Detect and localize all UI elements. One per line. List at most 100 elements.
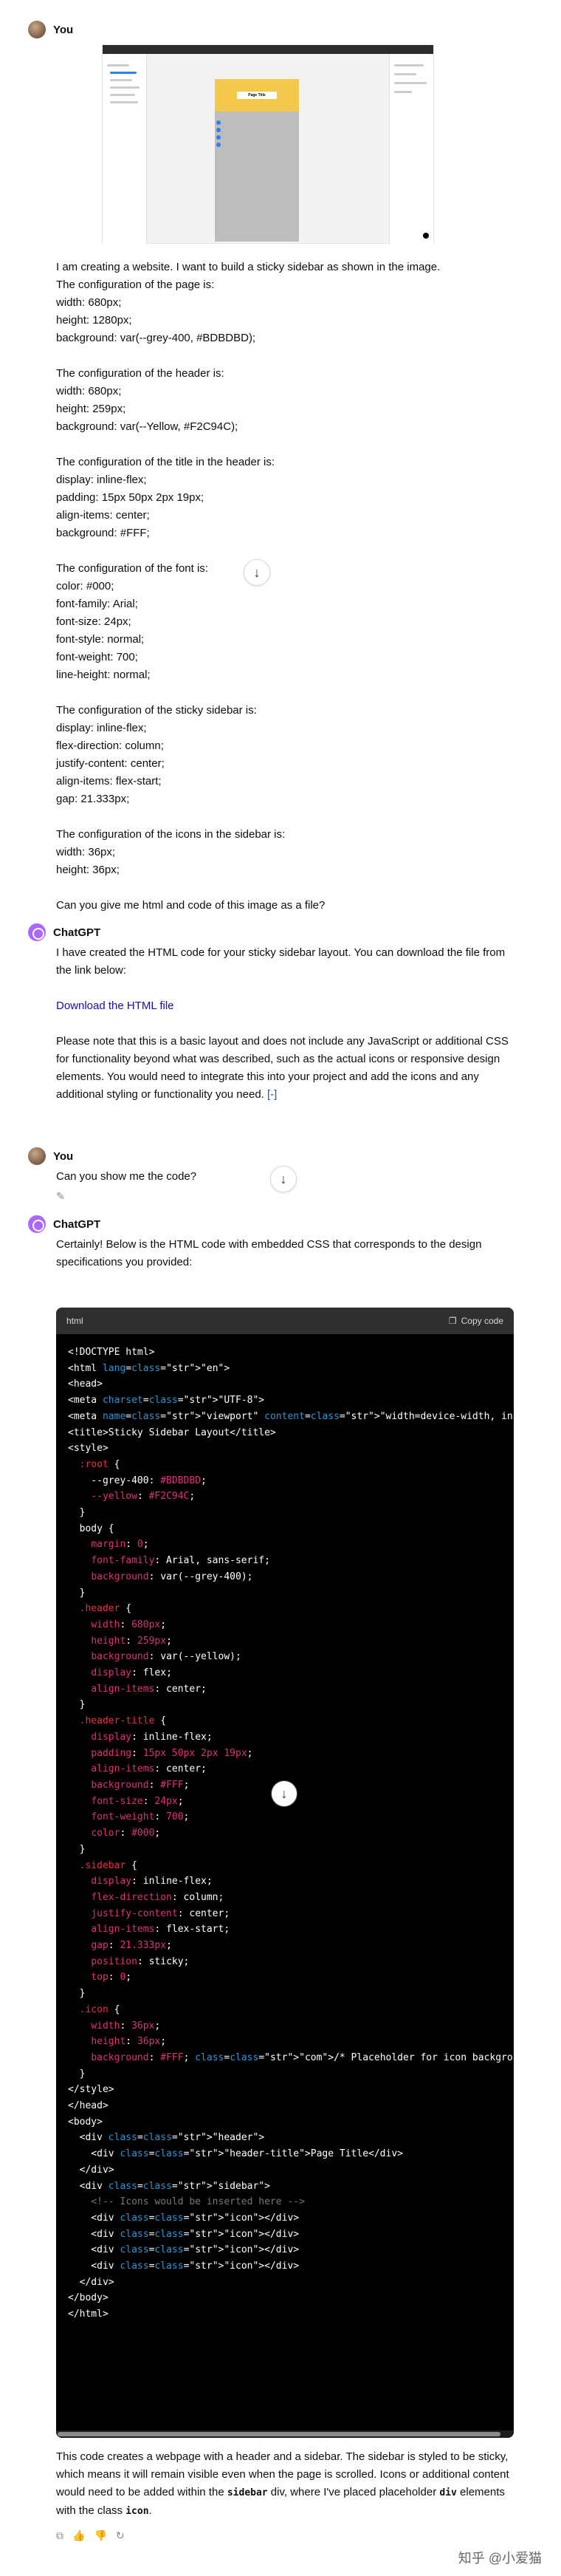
code-line: <!DOCTYPE html> <box>68 1347 155 1358</box>
message-line: The configuration of the icons in the si… <box>56 828 286 841</box>
code-line: height: 36px; <box>91 2036 167 2048</box>
message-line: height: 259px; <box>56 403 126 415</box>
code-line: flex-direction: column; <box>91 1891 224 1903</box>
code-line: </style> <box>68 2084 114 2096</box>
code-line: <title>Sticky Sidebar Layout</title> <box>68 1427 276 1438</box>
user-message-1: You <box>28 21 515 38</box>
message-line: align-items: center; <box>56 509 150 522</box>
code-line: :root { <box>79 1458 120 1470</box>
code-line: margin: 0; <box>91 1539 149 1551</box>
message-line: The configuration of the title in the he… <box>56 456 275 468</box>
message-line: font-weight: 700; <box>56 651 138 663</box>
code-line: </div> <box>68 2276 114 2288</box>
scrollbar-thumb[interactable] <box>58 2432 500 2436</box>
user-avatar <box>28 1147 46 1165</box>
arrow-down-icon: ↓ <box>280 1171 287 1186</box>
horizontal-scrollbar[interactable] <box>56 2430 514 2438</box>
message-line: width: 680px; <box>56 296 122 309</box>
screenshot-layers-panel <box>103 54 147 245</box>
message-paragraph: Please note that this is a basic layout … <box>56 1035 509 1101</box>
code-line: width: 36px; <box>91 2020 161 2032</box>
code-line: padding: 15px 50px 2px 19px; <box>91 1747 253 1759</box>
code-line: <meta charset=class="str">"UTF-8"> <box>68 1395 265 1407</box>
code-line: } <box>68 1843 86 1855</box>
code-line: </html> <box>68 2309 109 2320</box>
message-line: display: inline-flex; <box>56 474 147 486</box>
code-line: <html lang=class="str">"en"> <box>68 1362 230 1374</box>
attached-design-screenshot[interactable]: Page Title <box>102 44 434 245</box>
sidebar-icon <box>216 120 221 125</box>
code-line: .sidebar { <box>79 1859 137 1871</box>
code-line: align-items: center; <box>91 1683 207 1695</box>
sidebar-icon <box>216 135 221 140</box>
code-line: --grey-400: #BDBDBD; <box>68 1475 207 1486</box>
code-line: </div> <box>68 2164 114 2176</box>
code-line: <div class=class="str">"header-title">Pa… <box>68 2148 403 2160</box>
code-line: </body> <box>68 2292 109 2304</box>
arrow-down-icon: ↓ <box>253 564 261 580</box>
message-line: I am creating a website. I want to build… <box>56 261 441 273</box>
code-line: } <box>68 1587 86 1599</box>
scroll-down-button[interactable]: ↓ <box>270 1166 297 1192</box>
code-line: } <box>68 1507 86 1519</box>
copy-code-button[interactable]: ❐ Copy code <box>449 1316 503 1326</box>
copy-message-icon[interactable]: ⧉ <box>56 2529 63 2542</box>
code-line: <!-- Icons would be inserted here --> <box>68 2196 305 2208</box>
code-line: <div class=class="str">"icon"></div> <box>68 2228 300 2240</box>
code-line: top: 0; <box>91 1972 132 1984</box>
code-language-label: html <box>66 1316 83 1326</box>
sidebar-icon <box>216 143 221 147</box>
arrow-down-icon: ↓ <box>280 1786 288 1801</box>
code-line: } <box>68 2068 86 2080</box>
code-line: display: inline-flex; <box>91 1731 213 1743</box>
edit-icon[interactable]: ✎ <box>56 1190 68 1202</box>
code-line: <div class=class="str">"icon"></div> <box>68 2244 300 2256</box>
chatgpt-avatar <box>28 1215 46 1233</box>
code-line: <div class=class="str">"header"> <box>68 2132 265 2144</box>
message-author: You <box>28 1147 515 1165</box>
message-line: width: 680px; <box>56 385 122 397</box>
assistant-message-2-outro: This code creates a webpage with a heade… <box>28 2448 515 2542</box>
code-line: font-weight: 700; <box>91 1811 190 1823</box>
code-line: <meta name=class="str">"viewport" conten… <box>68 1410 514 1422</box>
message-line: The configuration of the header is: <box>56 367 224 380</box>
code-line: gap: 21.333px; <box>91 1940 172 1952</box>
message-author: ChatGPT <box>28 923 515 941</box>
thumbs-up-icon[interactable]: 👍 <box>72 2529 85 2542</box>
code-line: display: inline-flex; <box>91 1876 213 1887</box>
code-line: height: 259px; <box>91 1635 172 1647</box>
message-line: background: var(--grey-400, #BDBDBD); <box>56 332 256 344</box>
code-block-header: html ❐ Copy code <box>56 1308 514 1334</box>
sidebar-icon <box>216 128 221 132</box>
code-line: justify-content: center; <box>91 1907 230 1919</box>
message-line: The configuration of the font is: <box>56 562 208 575</box>
message-paragraph: I have created the HTML code for your st… <box>56 946 506 977</box>
assistant-message-1: ChatGPT I have created the HTML code for… <box>28 923 515 1104</box>
code-line: </head> <box>68 2100 109 2112</box>
thumbs-down-icon[interactable]: 👎 <box>94 2529 106 2542</box>
download-html-link[interactable]: Download the HTML file <box>56 1000 174 1012</box>
regenerate-icon[interactable]: ↻ <box>116 2529 125 2542</box>
message-line: height: 1280px; <box>56 314 132 327</box>
code-line: background: #FFF; class=class="str">"com… <box>91 2051 514 2063</box>
user-message-1-text: I am creating a website. I want to build… <box>28 259 515 915</box>
message-paragraph: Certainly! Below is the HTML code with e… <box>56 1238 482 1268</box>
message-body: I am creating a website. I want to build… <box>56 259 515 915</box>
code-line: background: var(--grey-400); <box>91 1571 253 1582</box>
code-line: } <box>68 1988 86 2000</box>
code-line: .icon { <box>79 2003 120 2015</box>
message-line <box>56 684 515 702</box>
message-line <box>56 879 515 897</box>
message-line: font-size: 24px; <box>56 615 131 628</box>
message-line <box>56 542 515 560</box>
citation-link[interactable]: [-] <box>267 1088 277 1101</box>
message-line: The configuration of the page is: <box>56 279 215 291</box>
code-line: color: #000; <box>91 1828 161 1839</box>
scroll-down-button[interactable]: ↓ <box>271 1780 297 1807</box>
code-content: <!DOCTYPE html> <html lang=class="str">"e… <box>56 1334 514 2333</box>
scroll-down-button[interactable]: ↓ <box>244 559 270 586</box>
code-line: width: 680px; <box>91 1619 167 1630</box>
chatgpt-avatar <box>28 923 46 941</box>
screenshot-properties-panel <box>389 54 433 245</box>
message-line: align-items: flex-start; <box>56 775 162 788</box>
